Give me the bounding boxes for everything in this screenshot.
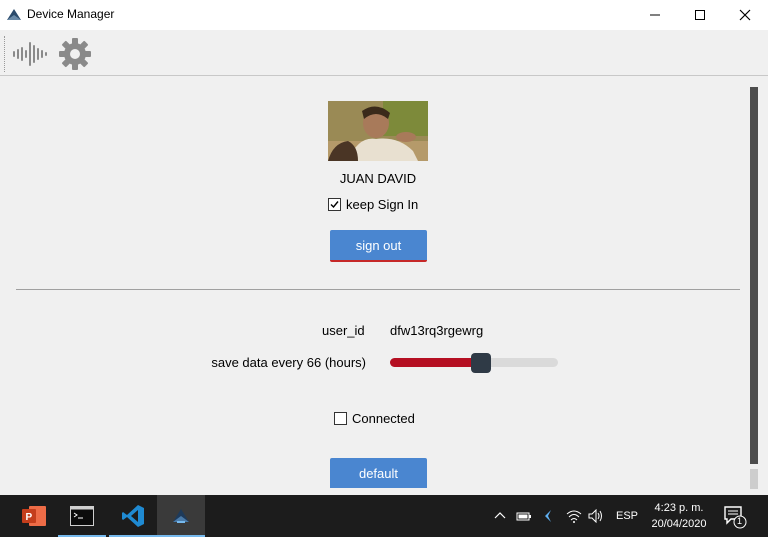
toolbar <box>0 30 768 76</box>
battery-icon[interactable] <box>516 510 532 522</box>
taskbar-clock[interactable]: 4:23 p. m. 20/04/2020 <box>640 500 718 532</box>
checkbox-unchecked-icon[interactable] <box>334 412 347 425</box>
system-tray: ESP <box>494 495 638 537</box>
taskbar-vscode[interactable] <box>109 495 157 537</box>
bluetooth-icon[interactable] <box>542 509 554 523</box>
notification-icon <box>724 506 747 529</box>
vscode-icon <box>122 505 144 527</box>
save-interval-slider[interactable] <box>390 353 558 373</box>
maximize-icon <box>695 10 705 20</box>
scrollbar-thumb[interactable] <box>750 87 758 464</box>
main-panel: JUAN DAVID keep Sign In sign out user_id… <box>0 77 746 495</box>
minimize-button[interactable] <box>632 0 678 30</box>
language-indicator[interactable]: ESP <box>616 510 638 522</box>
powerpoint-icon: P <box>22 506 46 526</box>
section-divider <box>16 289 740 290</box>
taskbar-powerpoint[interactable]: P <box>10 495 58 537</box>
chevron-up-icon[interactable] <box>494 510 506 522</box>
taskbar-terminal[interactable] <box>58 495 106 537</box>
volume-icon[interactable] <box>588 509 604 523</box>
app-logo-icon <box>7 9 21 20</box>
user-id-value: dfw13rq3rgewrg <box>390 323 484 338</box>
keep-sign-in-label: keep Sign In <box>346 197 419 212</box>
connected-checkbox[interactable]: Connected <box>334 411 415 426</box>
taskbar: P ESP 4:23 p. m. 20/04/2020 1 <box>0 495 768 537</box>
slider-fill <box>390 358 481 367</box>
title-bar: Device Manager <box>0 0 768 30</box>
minimize-icon <box>650 14 660 16</box>
wifi-icon[interactable] <box>566 509 582 523</box>
clock-time: 4:23 p. m. <box>654 502 704 514</box>
notification-count: 1 <box>737 516 743 526</box>
default-button[interactable]: default <box>330 458 427 488</box>
close-button[interactable] <box>722 0 768 30</box>
connected-label: Connected <box>352 411 415 426</box>
scrollbar-lower-track[interactable] <box>750 469 758 489</box>
vertical-scrollbar[interactable] <box>746 77 768 495</box>
window-title: Device Manager <box>27 7 115 21</box>
terminal-icon <box>70 506 94 526</box>
user-avatar <box>328 101 428 161</box>
device-manager-icon <box>173 509 189 523</box>
user-id-label: user_id <box>322 323 365 338</box>
slider-handle[interactable] <box>470 353 491 373</box>
taskbar-device-manager[interactable] <box>157 495 205 537</box>
svg-text:P: P <box>26 512 33 523</box>
user-name: JUAN DAVID <box>339 171 417 186</box>
checkbox-checked-icon[interactable] <box>328 198 341 211</box>
maximize-button[interactable] <box>677 0 723 30</box>
waveform-icon[interactable] <box>12 40 50 68</box>
action-center-button[interactable]: 1 <box>722 503 748 529</box>
keep-sign-in-checkbox[interactable]: keep Sign In <box>328 197 418 212</box>
toolbar-grip[interactable] <box>4 36 6 72</box>
sign-out-button[interactable]: sign out <box>330 230 427 262</box>
clock-date: 20/04/2020 <box>651 518 707 530</box>
close-icon <box>739 9 751 21</box>
gear-icon[interactable] <box>57 36 93 72</box>
save-interval-label: save data every 66 (hours) <box>211 355 366 370</box>
